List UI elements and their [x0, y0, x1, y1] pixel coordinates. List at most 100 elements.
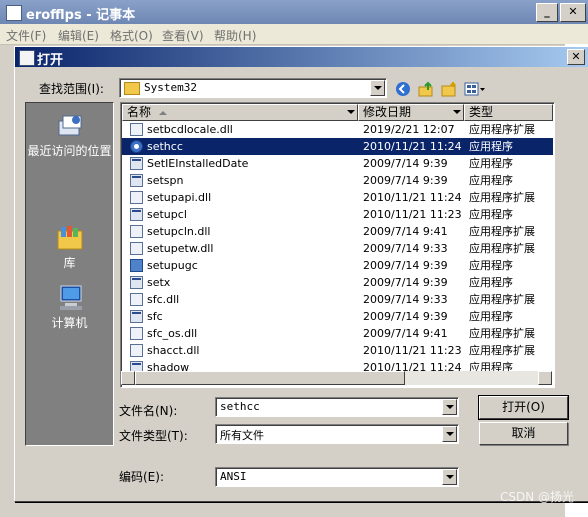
file-type: 应用程序 [469, 157, 513, 170]
lookin-dropdown-arrow[interactable] [370, 80, 385, 96]
application-icon [130, 310, 143, 323]
cancel-button[interactable]: 取消 [479, 422, 568, 445]
dialog-titlebar: 打开 ✕ [15, 47, 588, 68]
column-name-dropdown[interactable] [346, 106, 356, 119]
file-list-header: 名称 修改日期 类型 [122, 104, 553, 121]
up-folder-icon[interactable] [416, 79, 436, 99]
file-row[interactable]: setupcl 2010/11/21 11:23 应用程序 [122, 206, 553, 223]
horizontal-scrollbar[interactable] [121, 371, 552, 385]
column-type-label: 类型 [469, 105, 494, 119]
file-type: 应用程序扩展 [469, 327, 535, 340]
file-row[interactable]: shacct.dll 2010/11/21 11:23 应用程序扩展 [122, 342, 553, 359]
file-row[interactable]: setupetw.dll 2009/7/14 9:33 应用程序扩展 [122, 240, 553, 257]
column-date[interactable]: 修改日期 [358, 104, 464, 121]
file-type: 应用程序扩展 [469, 344, 535, 357]
file-row[interactable]: setupapi.dll 2010/11/21 11:24 应用程序扩展 [122, 189, 553, 206]
sort-ascending-icon [159, 111, 167, 115]
place-recent[interactable]: 最近访问的位置 [26, 111, 113, 158]
file-type: 应用程序 [469, 276, 513, 289]
minimize-button[interactable]: _ [536, 3, 558, 22]
file-list[interactable]: 名称 修改日期 类型 setbcdlocale.dll 2019/2/21 12:… [120, 102, 555, 388]
dll-file-icon [130, 123, 143, 136]
application-icon [130, 174, 143, 187]
file-name: setupapi.dll [147, 191, 212, 204]
file-name: sfc.dll [147, 293, 180, 306]
file-name: sfc [147, 310, 163, 323]
lookin-combo[interactable]: System32 [119, 78, 387, 98]
scroll-left-arrow[interactable] [121, 371, 135, 385]
file-name: SetIEInstalledDate [147, 157, 249, 170]
file-type: 应用程序 [469, 259, 513, 272]
filetype-dropdown-arrow[interactable] [442, 426, 457, 442]
column-name[interactable]: 名称 [122, 104, 358, 121]
back-icon[interactable] [393, 79, 413, 99]
file-name: setupetw.dll [147, 242, 214, 255]
file-type: 应用程序 [469, 208, 513, 221]
scroll-thumb[interactable] [135, 371, 405, 385]
menu-help[interactable]: 帮助(H) [214, 27, 256, 44]
file-date: 2009/7/14 9:33 [363, 293, 448, 306]
dialog-close-button[interactable]: ✕ [567, 49, 585, 65]
view-menu-icon[interactable] [463, 79, 487, 99]
file-type: 应用程序 [469, 174, 513, 187]
scroll-right-arrow[interactable] [538, 371, 552, 385]
file-date: 2009/7/14 9:39 [363, 174, 448, 187]
menu-edit[interactable]: 编辑(E) [58, 27, 99, 44]
file-date: 2010/11/21 11:23 [363, 208, 462, 221]
file-name: shacct.dll [147, 344, 200, 357]
file-date: 2010/11/21 11:24 [363, 191, 462, 204]
menu-view[interactable]: 查看(V) [162, 27, 204, 44]
encoding-value: ANSI [220, 470, 247, 483]
file-row[interactable]: setx 2009/7/14 9:39 应用程序 [122, 274, 553, 291]
place-recent-label: 最近访问的位置 [27, 144, 112, 158]
application-icon [130, 276, 143, 289]
column-date-label: 修改日期 [363, 105, 412, 119]
column-type[interactable]: 类型 [464, 104, 553, 121]
dll-file-icon [130, 327, 143, 340]
file-row[interactable]: setbcdlocale.dll 2019/2/21 12:07 应用程序扩展 [122, 121, 553, 138]
file-name: setx [147, 276, 171, 289]
dll-file-icon [130, 293, 143, 306]
file-name: sethcc [147, 140, 183, 153]
file-name: setbcdlocale.dll [147, 123, 233, 136]
dialog-icon [19, 50, 35, 66]
file-row[interactable]: sfc 2009/7/14 9:39 应用程序 [122, 308, 553, 325]
file-row[interactable]: setspn 2009/7/14 9:39 应用程序 [122, 172, 553, 189]
open-dialog: 打开 ✕ 查找范围(I): System32 最近访问的位置 库 计算机 名称 … [14, 46, 588, 502]
place-library-label: 库 [63, 256, 76, 270]
place-library[interactable]: 库 [26, 223, 113, 270]
place-computer[interactable]: 计算机 [26, 283, 113, 330]
file-rows: setbcdlocale.dll 2019/2/21 12:07 应用程序扩展 set… [122, 121, 553, 376]
file-date: 2010/11/21 11:24 [363, 140, 462, 153]
application-icon [130, 208, 143, 221]
encoding-dropdown-arrow[interactable] [442, 469, 457, 485]
menu-format[interactable]: 格式(O) [110, 27, 153, 44]
file-date: 2009/7/14 9:33 [363, 242, 448, 255]
filename-dropdown-arrow[interactable] [442, 399, 457, 415]
file-name: setupcln.dll [147, 225, 211, 238]
folder-icon [124, 82, 140, 95]
file-name: setupcl [147, 208, 187, 221]
open-button[interactable]: 打开(O) [478, 395, 569, 420]
file-date: 2009/7/14 9:39 [363, 259, 448, 272]
column-date-dropdown[interactable] [452, 106, 462, 119]
file-row[interactable]: sethcc 2010/11/21 11:24 应用程序 [122, 138, 553, 155]
filename-input[interactable]: sethcc [215, 397, 459, 417]
file-row[interactable]: setupcln.dll 2009/7/14 9:41 应用程序扩展 [122, 223, 553, 240]
lookin-label: 查找范围(I): [39, 82, 104, 96]
file-type: 应用程序 [469, 140, 513, 153]
close-window-button[interactable]: ✕ [560, 3, 586, 22]
encoding-select[interactable]: ANSI [215, 467, 459, 487]
file-row[interactable]: SetIEInstalledDate 2009/7/14 9:39 应用程序 [122, 155, 553, 172]
file-row[interactable]: sfc_os.dll 2009/7/14 9:41 应用程序扩展 [122, 325, 553, 342]
computer-app-icon [130, 259, 143, 272]
menu-file[interactable]: 文件(F) [6, 27, 46, 44]
file-date: 2009/7/14 9:39 [363, 310, 448, 323]
file-row[interactable]: sfc.dll 2009/7/14 9:33 应用程序扩展 [122, 291, 553, 308]
file-date: 2010/11/21 11:23 [363, 344, 462, 357]
file-row[interactable]: setupugc 2009/7/14 9:39 应用程序 [122, 257, 553, 274]
notepad-titlebar: erofflps - 记事本 _ ✕ [0, 0, 588, 24]
filetype-select[interactable]: 所有文件 [215, 424, 459, 444]
new-folder-icon[interactable] [439, 79, 459, 99]
library-icon [57, 226, 82, 250]
